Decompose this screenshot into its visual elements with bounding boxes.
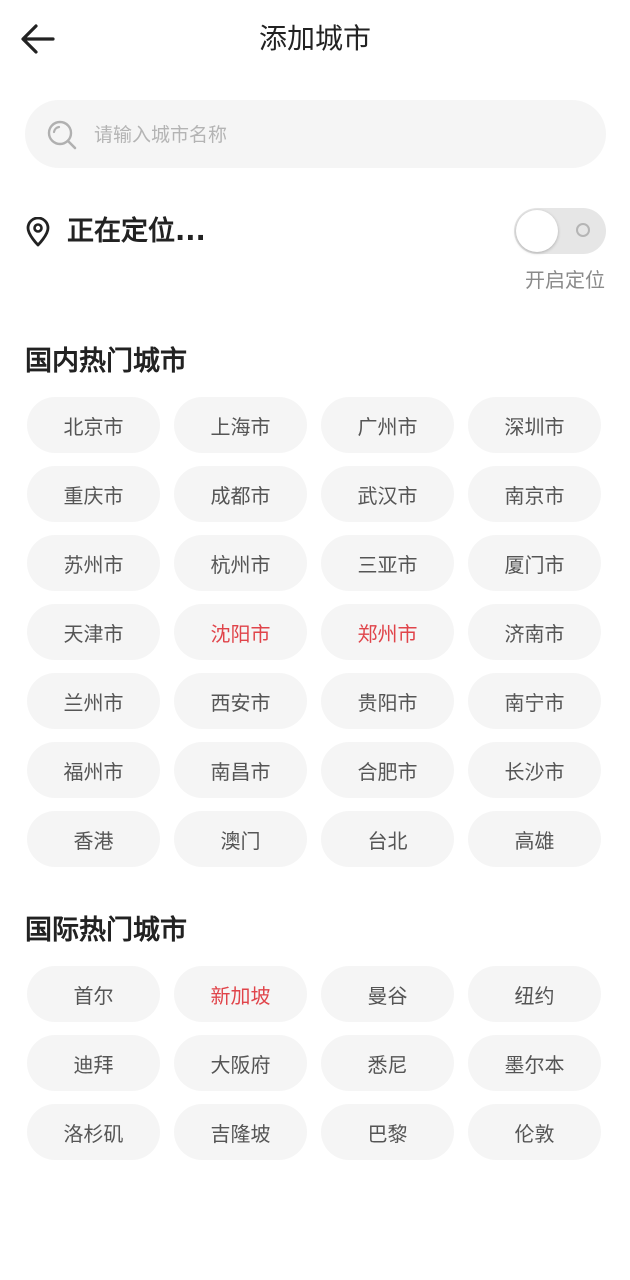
city-chip[interactable]: 长沙市 [468, 742, 601, 798]
international-section-title: 国际热门城市 [25, 915, 187, 946]
location-toggle-label: 开启定位 [525, 268, 605, 292]
location-pin-icon [26, 217, 50, 247]
search-input[interactable] [92, 114, 576, 156]
domestic-section-title: 国内热门城市 [25, 346, 187, 377]
city-chip[interactable]: 厦门市 [468, 535, 601, 591]
city-chip[interactable]: 天津市 [27, 604, 160, 660]
city-chip[interactable]: 台北 [321, 811, 454, 867]
page-title: 添加城市 [258, 22, 371, 55]
city-chip[interactable]: 纽约 [468, 966, 601, 1022]
city-chip[interactable]: 北京市 [27, 397, 160, 453]
toggle-knob [516, 210, 558, 252]
city-chip[interactable]: 巴黎 [321, 1104, 454, 1160]
city-chip[interactable]: 郑州市 [321, 604, 454, 660]
city-chip[interactable]: 高雄 [468, 811, 601, 867]
city-chip[interactable]: 香港 [27, 811, 160, 867]
city-chip[interactable]: 福州市 [27, 742, 160, 798]
city-chip[interactable]: 迪拜 [27, 1035, 160, 1091]
city-chip[interactable]: 三亚市 [321, 535, 454, 591]
city-chip[interactable]: 南昌市 [174, 742, 307, 798]
city-chip[interactable]: 广州市 [321, 397, 454, 453]
city-chip[interactable]: 西安市 [174, 673, 307, 729]
international-city-grid: 首尔 新加坡 曼谷 纽约迪拜 大阪府 悉尼 墨尔本洛杉矶 吉隆坡 巴黎 伦敦 [27, 966, 603, 1160]
city-chip[interactable]: 伦敦 [468, 1104, 601, 1160]
toggle-off-icon [576, 223, 590, 237]
city-chip[interactable]: 合肥市 [321, 742, 454, 798]
city-chip[interactable]: 洛杉矶 [27, 1104, 160, 1160]
city-chip[interactable]: 新加坡 [174, 966, 307, 1022]
city-chip[interactable]: 南宁市 [468, 673, 601, 729]
domestic-city-grid: 北京市 上海市 广州市 深圳市重庆市 成都市 武汉市 南京市苏州市 杭州市 三亚市 厦门市天津市沈… [27, 397, 603, 867]
city-chip[interactable]: 大阪府 [174, 1035, 307, 1091]
search-icon [47, 120, 77, 150]
city-chip[interactable]: 杭州市 [174, 535, 307, 591]
city-chip[interactable]: 吉隆坡 [174, 1104, 307, 1160]
city-chip[interactable]: 上海市 [174, 397, 307, 453]
city-chip[interactable]: 悉尼 [321, 1035, 454, 1091]
city-chip[interactable]: 南京市 [468, 466, 601, 522]
city-chip[interactable]: 澳门 [174, 811, 307, 867]
city-chip[interactable]: 苏州市 [27, 535, 160, 591]
city-chip[interactable]: 贵阳市 [321, 673, 454, 729]
city-chip[interactable]: 首尔 [27, 966, 160, 1022]
city-chip[interactable]: 墨尔本 [468, 1035, 601, 1091]
header-bar: 添加城市 [0, 0, 630, 78]
city-chip[interactable]: 曼谷 [321, 966, 454, 1022]
city-chip[interactable]: 深圳市 [468, 397, 601, 453]
city-chip[interactable]: 成都市 [174, 466, 307, 522]
city-chip[interactable]: 兰州市 [27, 673, 160, 729]
location-toggle[interactable] [514, 208, 606, 254]
city-chip[interactable]: 重庆市 [27, 466, 160, 522]
city-chip[interactable]: 沈阳市 [174, 604, 307, 660]
location-status: 正在定位... [67, 216, 206, 247]
city-chip[interactable]: 武汉市 [321, 466, 454, 522]
city-chip[interactable]: 济南市 [468, 604, 601, 660]
